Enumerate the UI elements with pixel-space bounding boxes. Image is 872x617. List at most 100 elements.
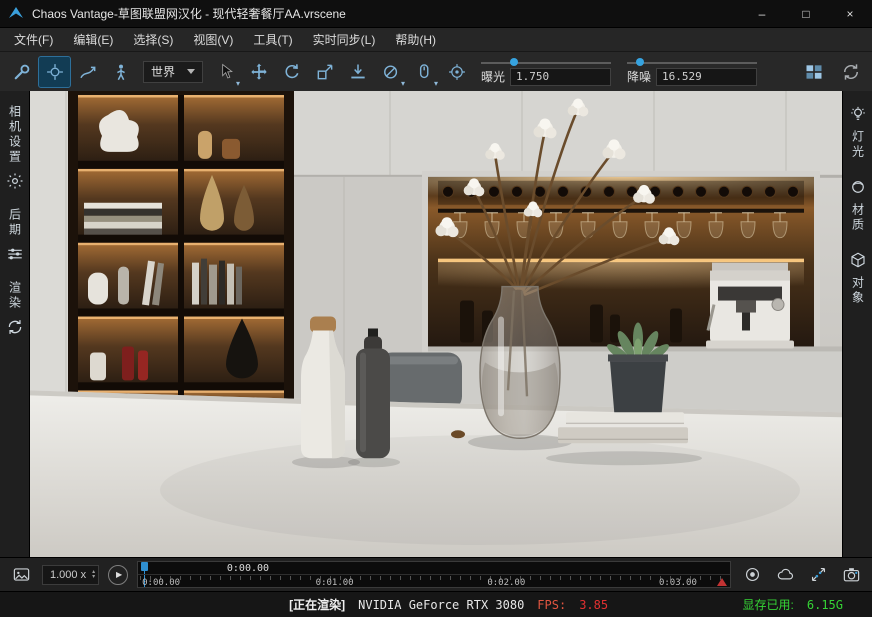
- stepper-arrows[interactable]: ▴ ▾: [92, 570, 95, 580]
- window-controls: – □ ×: [740, 0, 872, 27]
- select-cursor-button[interactable]: ▾: [210, 57, 241, 87]
- app-window: Chaos Vantage-草图联盟网汉化 - 现代轻奢餐厅AA.vrscene…: [0, 0, 872, 617]
- fullscreen-button[interactable]: [806, 563, 830, 587]
- place-target-icon: [348, 62, 368, 82]
- camera-settings-gear-icon: [6, 172, 24, 190]
- tab-post-processing[interactable]: 后期: [6, 208, 24, 263]
- exposure-control: 曝光: [481, 58, 611, 86]
- menu-item-view[interactable]: 视图(V): [183, 28, 243, 51]
- left-sidebar: 相机设置 后期 渲染: [0, 91, 30, 557]
- move-icon: [249, 62, 269, 82]
- playhead-marker[interactable]: [141, 562, 148, 571]
- play-icon: ▶: [116, 570, 122, 579]
- menu-item-help[interactable]: 帮助(H): [385, 28, 446, 51]
- record-button[interactable]: [740, 563, 764, 587]
- gallery-icon: [12, 565, 31, 584]
- cloud-icon: [776, 565, 795, 584]
- tab-objects[interactable]: 对象: [849, 251, 867, 306]
- cloud-render-button[interactable]: [773, 563, 797, 587]
- exposure-slider-handle[interactable]: [510, 58, 518, 66]
- denoise-slider-handle[interactable]: [636, 58, 644, 66]
- tab-lights-label: 灯光: [852, 130, 864, 160]
- menu-item-tools[interactable]: 工具(T): [243, 28, 302, 51]
- statusbar: [正在渲染] NVIDIA GeForce RTX 3080 FPS: 3.85…: [0, 591, 872, 617]
- tab-render[interactable]: 渲染: [6, 281, 24, 336]
- camera-disabled-icon: [381, 62, 401, 82]
- camera-lock-button[interactable]: ▾: [375, 57, 406, 87]
- tab-camera-settings[interactable]: 相机设置: [6, 105, 24, 190]
- minimize-button[interactable]: –: [740, 0, 784, 27]
- denoise-control: 降噪: [627, 58, 757, 86]
- tab-post-processing-label: 后期: [9, 208, 21, 238]
- speed-value: 1.000 x: [50, 569, 86, 581]
- menu-item-livesync[interactable]: 实时同步(L): [303, 28, 386, 51]
- menubar: 文件(F) 编辑(E) 选择(S) 视图(V) 工具(T) 实时同步(L) 帮助…: [0, 27, 872, 51]
- tab-render-label: 渲染: [9, 281, 21, 311]
- caret-icon: ▾: [401, 79, 405, 88]
- mouse-bindings-button[interactable]: ▾: [408, 57, 439, 87]
- viewport[interactable]: [30, 91, 842, 557]
- refresh-icon: [841, 62, 861, 82]
- coordinate-space-select[interactable]: 世界: [143, 61, 203, 83]
- viewport-layout-button[interactable]: [798, 57, 829, 87]
- denoise-label: 降噪: [627, 68, 651, 85]
- right-sidebar: 灯光 材质 对象: [842, 91, 872, 557]
- tab-objects-label: 对象: [852, 276, 864, 306]
- tab-lights[interactable]: 灯光: [849, 105, 867, 160]
- screenshot-button[interactable]: [839, 563, 863, 587]
- toolbar: 世界 ▾ ▾ ▾: [0, 51, 872, 91]
- scale-icon: [315, 62, 335, 82]
- scale-tool-button[interactable]: [309, 57, 340, 87]
- play-button[interactable]: ▶: [108, 565, 128, 585]
- vram-label: 显存已用:: [743, 596, 794, 613]
- tick-label: 0:00.00: [142, 578, 180, 588]
- rotate-icon: [282, 62, 302, 82]
- move-tool-button[interactable]: [243, 57, 274, 87]
- close-button[interactable]: ×: [828, 0, 872, 27]
- exposure-label: 曝光: [481, 68, 505, 85]
- object-cube-icon: [849, 251, 867, 269]
- denoise-slider[interactable]: [627, 58, 757, 68]
- layout-grid-icon: [804, 62, 824, 82]
- place-on-surface-button[interactable]: [342, 57, 373, 87]
- mouse-icon: [414, 62, 434, 82]
- focus-pick-button[interactable]: [441, 57, 472, 87]
- rotate-tool-button[interactable]: [276, 57, 307, 87]
- expand-arrows-icon: [809, 565, 828, 584]
- exposure-slider[interactable]: [481, 58, 611, 68]
- walkthrough-path-button[interactable]: [72, 57, 103, 87]
- timeline-ruler: 0:00.00 0:01.00 0:02.00 0:03.00: [138, 574, 730, 587]
- stepper-down-icon[interactable]: ▾: [92, 575, 95, 580]
- render-scene: [30, 91, 842, 557]
- coordinate-space-value: 世界: [151, 63, 175, 80]
- timeline-track[interactable]: 0:00.00 0:00.00 0:01.00 0:02.00 0:03.00: [137, 561, 731, 588]
- menu-item-select[interactable]: 选择(S): [123, 28, 183, 51]
- render-loop-icon: [6, 318, 24, 336]
- cursor-icon: [216, 62, 236, 82]
- orbit-navigate-button[interactable]: [39, 57, 70, 87]
- person-view-button[interactable]: [105, 57, 136, 87]
- tab-camera-settings-label: 相机设置: [9, 105, 21, 165]
- reset-view-button[interactable]: [835, 57, 866, 87]
- tick-label: 0:02.00: [487, 578, 525, 588]
- focus-crosshair-icon: [447, 62, 467, 82]
- menu-item-file[interactable]: 文件(F): [4, 28, 63, 51]
- playback-speed-stepper[interactable]: 1.000 x ▴ ▾: [42, 565, 99, 585]
- snapshot-gallery-button[interactable]: [9, 563, 33, 587]
- render-state: [正在渲染]: [289, 596, 345, 613]
- tab-materials[interactable]: 材质: [849, 178, 867, 233]
- fps-label: FPS:: [537, 598, 566, 612]
- post-sliders-icon: [6, 245, 24, 263]
- exposure-input[interactable]: [510, 68, 611, 86]
- menu-item-edit[interactable]: 编辑(E): [63, 28, 123, 51]
- timeline-bar: 1.000 x ▴ ▾ ▶ 0:00.00 0:00.00 0:01.00 0:…: [0, 557, 872, 591]
- maximize-button[interactable]: □: [784, 0, 828, 27]
- walk-path-icon: [78, 62, 98, 82]
- titlebar: Chaos Vantage-草图联盟网汉化 - 现代轻奢餐厅AA.vrscene…: [0, 0, 872, 27]
- tick-label: 0:01.00: [316, 578, 354, 588]
- gpu-name: NVIDIA GeForce RTX 3080: [358, 598, 524, 612]
- orbit-navigate-icon: [45, 62, 65, 82]
- caret-icon: ▾: [434, 79, 438, 88]
- denoise-input[interactable]: [656, 68, 757, 86]
- wrench-tool-button[interactable]: [6, 57, 37, 87]
